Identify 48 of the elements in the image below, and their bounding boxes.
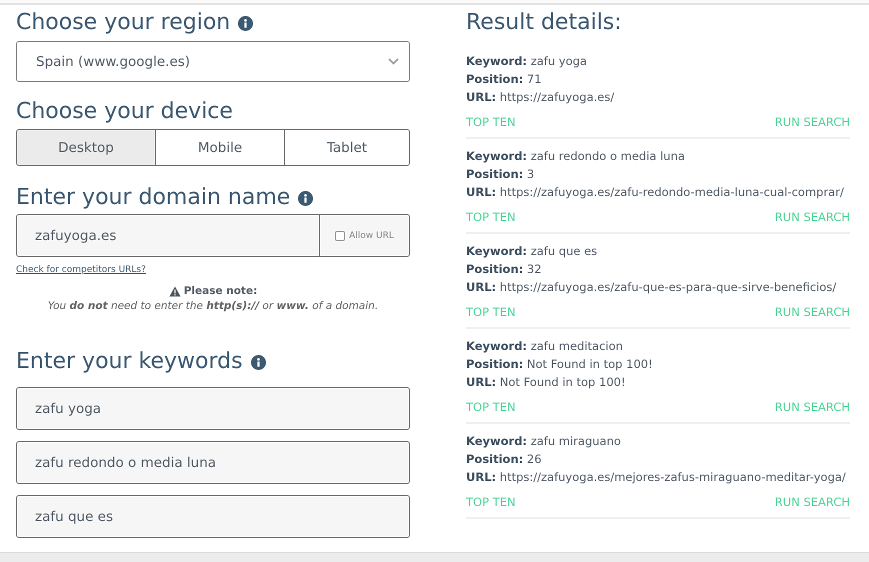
top-ten-link[interactable]: TOP TEN: [466, 210, 516, 224]
top-ten-link[interactable]: TOP TEN: [466, 495, 516, 509]
result-detail: Position: Not Found in top 100!: [466, 356, 654, 373]
result-detail: Keyword: zafu redondo o media luna: [466, 148, 686, 165]
device-tab[interactable]: Mobile: [155, 129, 285, 166]
keyword-field[interactable]: zafu que es: [16, 495, 410, 538]
result-detail: URL: https://zafuyoga.es/zafu-que-es-para-que-sirve-beneficios/: [466, 279, 838, 296]
result-detail: Keyword: zafu yoga: [466, 53, 588, 70]
top-ten-link[interactable]: TOP TEN: [466, 115, 516, 129]
checkbox[interactable]: [335, 230, 346, 240]
region-dropdown[interactable]: Spain (www.google.es): [16, 41, 410, 82]
section-heading: Enter your domain name: [16, 184, 290, 212]
result-detail: URL: https://zafuyoga.es/: [466, 89, 616, 106]
run-search-link[interactable]: RUN SEARCH: [774, 400, 850, 414]
device-tab[interactable]: Desktop: [16, 129, 156, 166]
result-detail: Keyword: zafu que es: [466, 243, 598, 260]
result-detail: Position: 32: [466, 261, 543, 278]
run-search-link[interactable]: RUN SEARCH: [774, 495, 850, 509]
result-detail: Position: 26: [466, 451, 543, 468]
run-search-link[interactable]: RUN SEARCH: [774, 115, 850, 129]
result-detail: Keyword: zafu miraguano: [466, 433, 622, 450]
keyword-field[interactable]: zafu redondo o media luna: [16, 441, 410, 484]
info-icon: [298, 190, 314, 206]
run-search-link[interactable]: RUN SEARCH: [774, 305, 850, 319]
result-detail: URL: https://zafuyoga.es/zafu-redondo-media-luna-cual-comprar/: [466, 184, 845, 201]
competitors-link[interactable]: Check for competitors URLs?: [16, 265, 146, 275]
keyword-field[interactable]: zafu yoga: [16, 387, 410, 430]
device-tab[interactable]: Tablet: [284, 129, 410, 166]
section-heading: Choose your region: [16, 9, 230, 37]
top-ten-link[interactable]: TOP TEN: [466, 305, 516, 319]
result-detail: URL: https://zafuyoga.es/mejores-zafus-miraguano-meditar-yoga/: [466, 469, 847, 486]
note-text: You do not need to enter the http(s):// or www. of a domain.: [46, 300, 380, 312]
chevron-down-icon: [388, 58, 399, 65]
warning-icon: [168, 286, 181, 296]
result-detail: Keyword: zafu meditacion: [466, 338, 624, 355]
result-detail: URL: Not Found in top 100!: [466, 374, 627, 391]
info-icon: [238, 16, 254, 30]
checkbox-label: Allow URL: [349, 230, 394, 240]
domain-field[interactable]: zafuyoga.es Allow URL: [16, 214, 410, 257]
result-detail: Position: 71: [466, 71, 543, 88]
results-heading: Result details:: [466, 9, 623, 37]
run-search-link[interactable]: RUN SEARCH: [774, 210, 850, 224]
top-ten-link[interactable]: TOP TEN: [466, 400, 516, 414]
result-detail: Position: 3: [466, 166, 536, 183]
section-heading: Choose your device: [16, 98, 233, 126]
info-icon: [250, 354, 266, 370]
section-heading: Enter your keywords: [16, 348, 243, 376]
note-title: Please note:: [184, 285, 258, 297]
